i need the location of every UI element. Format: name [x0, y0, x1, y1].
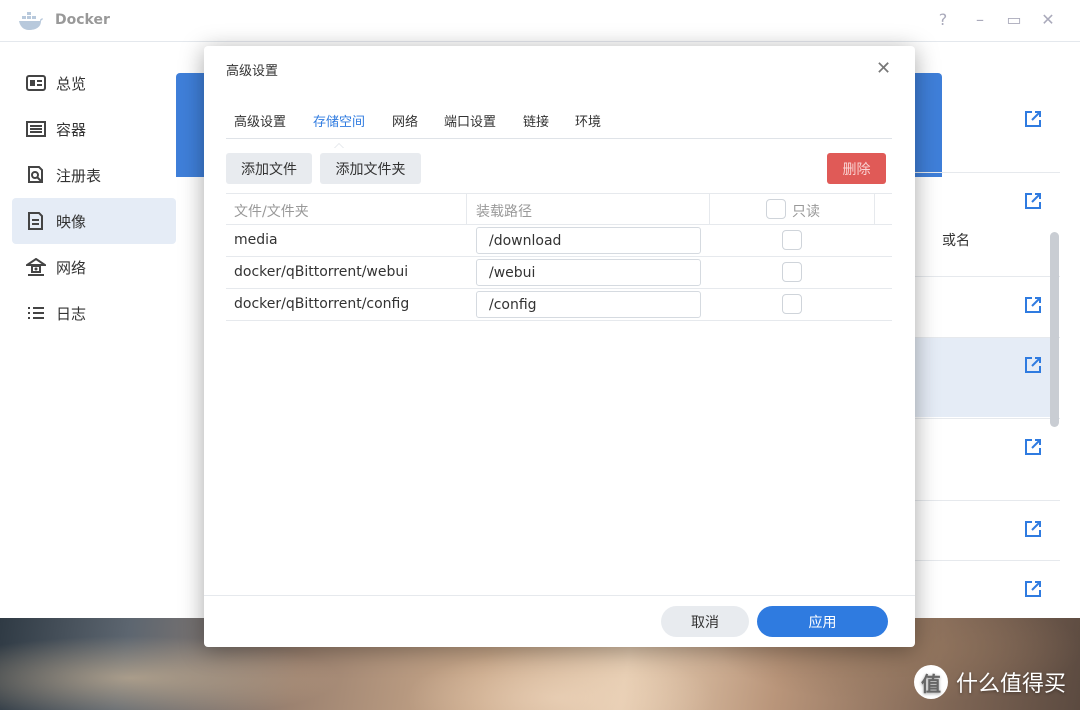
sidebar-item-label: 注册表 [56, 166, 102, 185]
sidebar-item-network[interactable]: 网络 [12, 244, 176, 290]
sidebar-item-overview[interactable]: 总览 [12, 60, 176, 106]
table-row[interactable]: docker/qBittorrent/webui [226, 257, 892, 289]
open-external-icon[interactable] [1024, 580, 1042, 598]
close-window-icon[interactable]: ✕ [1038, 10, 1058, 29]
open-external-icon[interactable] [1024, 296, 1042, 314]
maximize-icon[interactable]: ▭ [1004, 10, 1024, 29]
watermark-text: 什么值得买 [955, 672, 1066, 697]
row-divider [915, 500, 1060, 501]
column-divider [709, 194, 710, 225]
cancel-button[interactable]: 取消 [661, 606, 749, 637]
image-icon [26, 212, 46, 230]
tab-port-settings[interactable]: 端口设置 [444, 111, 496, 130]
mount-path-input[interactable] [476, 227, 701, 254]
tab-links[interactable]: 链接 [523, 111, 549, 130]
table-header: 文件/文件夹 装载路径 只读 [226, 193, 892, 225]
readonly-checkbox[interactable] [782, 262, 802, 282]
advanced-settings-dialog: 高级设置 ✕ 高级设置 存储空间 网络 端口设置 链接 环境 添加文件 添加文件… [204, 46, 915, 647]
folder-cell: docker/qBittorrent/webui [234, 264, 409, 280]
open-external-icon[interactable] [1024, 438, 1042, 456]
open-external-icon[interactable] [1024, 520, 1042, 538]
column-header-mount-path: 装载路径 [476, 204, 532, 220]
sidebar-item-container[interactable]: 容器 [12, 106, 176, 152]
sidebar-item-label: 容器 [56, 120, 87, 139]
docker-logo-icon [19, 12, 43, 30]
open-external-icon[interactable] [1024, 192, 1042, 210]
sidebar-item-image[interactable]: 映像 [12, 198, 176, 244]
mount-path-input[interactable] [476, 259, 701, 286]
scrollbar[interactable] [1050, 232, 1059, 427]
sidebar-item-label: 网络 [56, 258, 87, 277]
row-divider [915, 337, 1060, 338]
column-header-readonly: 只读 [792, 204, 820, 220]
log-icon [26, 304, 46, 322]
close-icon[interactable]: ✕ [876, 58, 891, 79]
window-title: Docker [55, 12, 110, 28]
sidebar-item-label: 映像 [56, 212, 87, 231]
column-divider [874, 194, 875, 225]
readonly-checkbox[interactable] [782, 230, 802, 250]
footer-divider [204, 595, 915, 596]
open-external-icon[interactable] [1024, 356, 1042, 374]
row-divider [915, 276, 1060, 277]
tab-environment[interactable]: 环境 [575, 111, 601, 130]
sidebar-item-log[interactable]: 日志 [12, 290, 176, 336]
tab-bar: 高级设置 存储空间 网络 端口设置 链接 环境 [226, 102, 892, 148]
sidebar-item-label: 日志 [56, 304, 87, 323]
row-divider [915, 560, 1060, 561]
column-divider [466, 194, 467, 225]
row-divider [915, 418, 1060, 419]
folder-cell: docker/qBittorrent/config [234, 296, 410, 312]
open-external-icon[interactable] [1024, 110, 1042, 128]
tab-storage[interactable]: 存储空间 [313, 111, 366, 148]
add-file-button[interactable]: 添加文件 [226, 153, 312, 184]
sidebar-item-label: 总览 [56, 74, 87, 93]
column-header-folder: 文件/文件夹 [234, 204, 309, 220]
folder-cell: media [234, 232, 278, 248]
sidebar: 总览 容器 注册表 映像 网络 日志 [0, 60, 176, 336]
tab-advanced[interactable]: 高级设置 [234, 111, 286, 130]
title-bar: Docker ? – ▭ ✕ [0, 0, 1080, 42]
tab-network[interactable]: 网络 [392, 111, 418, 130]
table-row[interactable]: docker/qBittorrent/config [226, 289, 892, 321]
delete-button[interactable]: 删除 [827, 153, 886, 184]
mount-path-input[interactable] [476, 291, 701, 318]
add-folder-button[interactable]: 添加文件夹 [320, 153, 421, 184]
column-header-partial: 或名 [942, 233, 970, 249]
help-icon[interactable]: ? [933, 10, 953, 29]
selected-image-row[interactable] [915, 337, 1050, 417]
container-icon [26, 120, 46, 138]
network-icon [26, 258, 46, 276]
volume-table: 文件/文件夹 装载路径 只读 media docker/qBittorrent/… [226, 193, 892, 321]
apply-button[interactable]: 应用 [757, 606, 888, 637]
site-watermark: 值 什么值得买 [913, 662, 1066, 702]
sidebar-item-registry[interactable]: 注册表 [12, 152, 176, 198]
watermark-badge: 值 [913, 665, 948, 699]
table-row[interactable]: media [226, 225, 892, 257]
readonly-checkbox[interactable] [782, 294, 802, 314]
overview-icon [26, 74, 46, 92]
minimize-icon[interactable]: – [970, 10, 990, 29]
row-divider [915, 172, 1060, 173]
dialog-title: 高级设置 [226, 64, 279, 79]
registry-icon [26, 166, 46, 184]
select-all-readonly-checkbox[interactable] [766, 199, 786, 219]
active-tab-indicator [334, 143, 344, 148]
tab-label: 存储空间 [313, 115, 366, 130]
